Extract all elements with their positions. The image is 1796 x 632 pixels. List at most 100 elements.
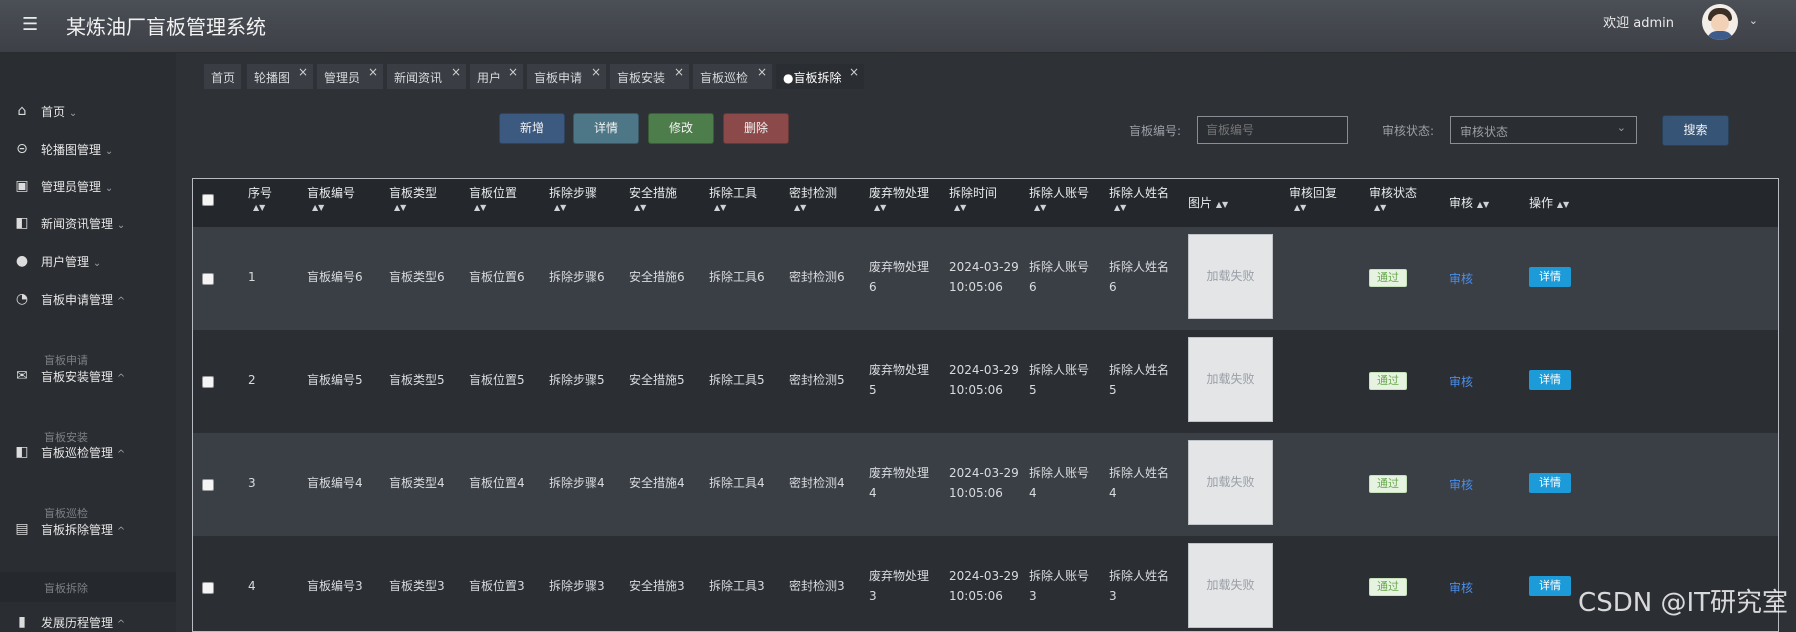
sidebar-item-users[interactable]: ● 用户管理 ⌄ bbox=[0, 244, 176, 278]
cell-steps: 拆除步骤6 bbox=[549, 270, 605, 284]
close-icon[interactable]: × bbox=[451, 65, 461, 79]
audit-link[interactable]: 审核 bbox=[1449, 476, 1473, 493]
sidebar-subitem-remove[interactable]: 盲板拆除 bbox=[0, 572, 176, 602]
row-detail-button[interactable]: 详情 bbox=[1529, 576, 1571, 596]
sidebar-item-inspect[interactable]: ◧ 盲板巡检管理 ^ bbox=[0, 435, 176, 469]
sort-icon[interactable]: ▲▼ bbox=[474, 204, 486, 212]
cell-waste: 废弃物处理 bbox=[869, 466, 930, 480]
sidebar-item-label: 新闻资讯管理 ⌄ bbox=[41, 217, 126, 231]
sidebar-item-remove[interactable]: ▤ 盲板拆除管理 ^ bbox=[0, 512, 176, 546]
cell-name-2: 4 bbox=[1109, 486, 1117, 500]
sort-icon[interactable]: ▲▼ bbox=[394, 204, 406, 212]
sort-icon[interactable]: ▲▼ bbox=[634, 204, 646, 212]
sidebar-item-admins[interactable]: ▣ 管理员管理 ⌄ bbox=[0, 169, 176, 203]
sort-icon[interactable]: ▲▼ bbox=[312, 204, 324, 212]
header-steps: 拆除步骤 bbox=[549, 186, 598, 200]
cell-waste-2: 6 bbox=[869, 280, 877, 294]
row-detail-button[interactable]: 详情 bbox=[1529, 370, 1571, 390]
row-detail-button[interactable]: 详情 bbox=[1529, 473, 1571, 493]
close-icon[interactable]: × bbox=[757, 65, 767, 79]
avatar[interactable] bbox=[1702, 4, 1738, 40]
sort-icon[interactable]: ▲▼ bbox=[1557, 201, 1569, 209]
watermark: CSDN @IT研究室 bbox=[1578, 588, 1788, 618]
header-seal: 密封检测 bbox=[789, 186, 838, 200]
code-filter-input[interactable] bbox=[1197, 116, 1348, 144]
doc-icon: ▮ bbox=[18, 614, 26, 630]
close-icon[interactable]: × bbox=[849, 65, 859, 79]
tab-users[interactable]: 用户 × bbox=[470, 64, 523, 89]
select-all-checkbox[interactable] bbox=[202, 194, 214, 206]
delete-button[interactable]: 删除 bbox=[723, 113, 789, 144]
close-icon[interactable]: × bbox=[508, 65, 518, 79]
cell-date: 2024-03-29 bbox=[949, 363, 1019, 377]
close-icon[interactable]: × bbox=[368, 65, 378, 79]
close-icon[interactable]: × bbox=[674, 65, 684, 79]
sort-icon[interactable]: ▲▼ bbox=[954, 204, 966, 212]
sort-icon[interactable]: ▲▼ bbox=[1034, 204, 1046, 212]
status-filter-label: 审核状态: bbox=[1382, 124, 1435, 138]
tab-carousel[interactable]: 轮播图 × bbox=[247, 64, 313, 89]
row-checkbox[interactable] bbox=[202, 376, 214, 388]
sidebar-item-carousel[interactable]: ⊝ 轮播图管理 ⌄ bbox=[0, 132, 176, 166]
envelope-icon: ✉ bbox=[16, 368, 28, 384]
row-checkbox[interactable] bbox=[202, 582, 214, 594]
header-safety: 安全措施 bbox=[629, 186, 678, 200]
cell-account-2: 6 bbox=[1029, 280, 1037, 294]
row-checkbox[interactable] bbox=[202, 273, 214, 285]
audit-link[interactable]: 审核 bbox=[1449, 270, 1473, 287]
sort-icon[interactable]: ▲▼ bbox=[253, 204, 265, 212]
cell-steps: 拆除步骤4 bbox=[549, 476, 605, 490]
sort-icon[interactable]: ▲▼ bbox=[714, 204, 726, 212]
audit-link[interactable]: 审核 bbox=[1449, 373, 1473, 390]
cell-tool: 拆除工具3 bbox=[709, 579, 765, 593]
audit-link[interactable]: 审核 bbox=[1449, 579, 1473, 596]
tab-apply[interactable]: 盲板申请 × bbox=[527, 64, 606, 89]
close-icon[interactable]: × bbox=[298, 65, 308, 79]
sidebar-item-apply[interactable]: ◔ 盲板申请管理 ^ bbox=[0, 282, 176, 316]
sidebar-item-install[interactable]: ✉ 盲板安装管理 ^ bbox=[0, 359, 176, 393]
home-icon: ⌂ bbox=[17, 103, 27, 119]
cell-type: 盲板类型6 bbox=[389, 270, 445, 284]
tab-remove[interactable]: ●盲板拆除 × bbox=[776, 64, 864, 89]
table-row[interactable]: 4 盲板编号3 盲板类型3 盲板位置3 拆除步骤3 安全措施3 拆除工具3 密封… bbox=[193, 536, 1778, 631]
cell-type: 盲板类型5 bbox=[389, 373, 445, 387]
table-row[interactable]: 3 盲板编号4 盲板类型4 盲板位置4 拆除步骤4 安全措施4 拆除工具4 密封… bbox=[193, 433, 1778, 536]
status-filter-select[interactable]: 审核状态 ⌄ bbox=[1450, 116, 1637, 144]
row-detail-button[interactable]: 详情 bbox=[1529, 267, 1571, 287]
close-icon[interactable]: × bbox=[591, 65, 601, 79]
row-checkbox[interactable] bbox=[202, 479, 214, 491]
search-button[interactable]: 搜索 bbox=[1662, 115, 1729, 146]
hamburger-icon[interactable]: ☰ bbox=[22, 14, 38, 35]
tab-install[interactable]: 盲板安装 × bbox=[610, 64, 689, 89]
cell-steps: 拆除步骤3 bbox=[549, 579, 605, 593]
cell-tool: 拆除工具6 bbox=[709, 270, 765, 284]
table-row[interactable]: 1 盲板编号6 盲板类型6 盲板位置6 拆除步骤6 安全措施6 拆除工具6 密封… bbox=[193, 227, 1778, 330]
sidebar-item-home[interactable]: ⌂ 首页 ⌄ bbox=[0, 94, 176, 128]
add-button[interactable]: 新增 bbox=[499, 113, 565, 144]
sidebar-item-news[interactable]: ◧ 新闻资讯管理 ⌄ bbox=[0, 206, 176, 240]
cell-pos: 盲板位置5 bbox=[469, 373, 525, 387]
table-row[interactable]: 2 盲板编号5 盲板类型5 盲板位置5 拆除步骤5 安全措施5 拆除工具5 密封… bbox=[193, 330, 1778, 433]
sort-icon[interactable]: ▲▼ bbox=[1216, 201, 1228, 209]
edit-button[interactable]: 修改 bbox=[648, 113, 714, 144]
header-account: 拆除人账号 bbox=[1029, 186, 1090, 200]
sort-icon[interactable]: ▲▼ bbox=[1294, 204, 1306, 212]
sort-icon[interactable]: ▲▼ bbox=[1374, 204, 1386, 212]
sort-icon[interactable]: ▲▼ bbox=[794, 204, 806, 212]
sort-icon[interactable]: ▲▼ bbox=[874, 204, 886, 212]
tab-inspect[interactable]: 盲板巡检 × bbox=[693, 64, 772, 89]
detail-button[interactable]: 详情 bbox=[573, 113, 639, 144]
sidebar: ⌂ 首页 ⌄ ⊝ 轮播图管理 ⌄ ▣ 管理员管理 ⌄ ◧ 新闻资讯管理 ⌄ ● … bbox=[0, 53, 176, 632]
tab-home[interactable]: 首页 bbox=[204, 64, 241, 89]
sidebar-item-history[interactable]: ▮ 发展历程管理 ^ bbox=[0, 605, 176, 632]
cell-account-2: 5 bbox=[1029, 383, 1037, 397]
sort-icon[interactable]: ▲▼ bbox=[554, 204, 566, 212]
sort-icon[interactable]: ▲▼ bbox=[1477, 201, 1489, 209]
sidebar-subitem-label: 盲板拆除 bbox=[44, 582, 88, 595]
cell-pos: 盲板位置4 bbox=[469, 476, 525, 490]
chevron-down-icon[interactable]: ⌄ bbox=[1749, 14, 1758, 27]
sort-icon[interactable]: ▲▼ bbox=[1114, 204, 1126, 212]
cell-code: 盲板编号5 bbox=[307, 373, 363, 387]
tab-admins[interactable]: 管理员 × bbox=[317, 64, 383, 89]
tab-news[interactable]: 新闻资讯 × bbox=[387, 64, 466, 89]
